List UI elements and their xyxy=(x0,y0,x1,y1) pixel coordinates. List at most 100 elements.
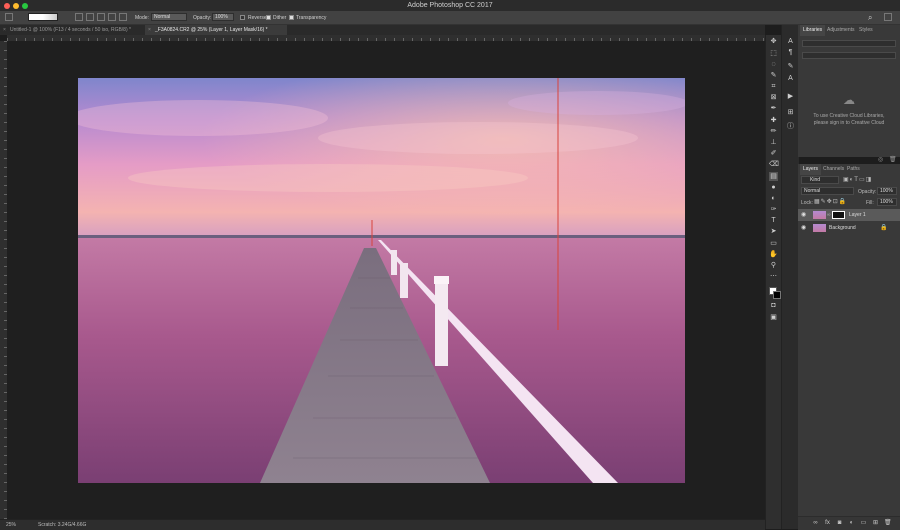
adjustments-panel-icon[interactable]: ⊞ xyxy=(786,108,795,117)
layer-row-background[interactable]: ◉ Background 🔒 xyxy=(798,222,900,234)
path-selection-tool-icon[interactable]: ➤ xyxy=(769,227,778,236)
transparency-checkbox[interactable] xyxy=(289,15,294,20)
layer-fill-field[interactable]: 100% xyxy=(877,198,897,206)
tab-label: Untitled-1 @ 100% (F13 / 4 seconds / 50 … xyxy=(10,27,131,33)
layers-footer: ∞ fx ◙ ◐ ▭ ⊞ 🗑 xyxy=(798,516,900,530)
new-layer-icon[interactable]: ⊞ xyxy=(872,520,879,527)
character-panel-icon[interactable]: A xyxy=(786,37,795,46)
layer-thumbnail xyxy=(813,211,826,219)
layer-mask-link-icon[interactable]: ∞ xyxy=(827,209,831,221)
layer-filter-kind-select[interactable]: Kind xyxy=(801,176,839,184)
document-image[interactable] xyxy=(78,78,685,483)
zoom-level[interactable]: 25% xyxy=(6,522,16,528)
healing-brush-tool-icon[interactable]: ✚ xyxy=(769,116,778,125)
close-tab-icon[interactable]: × xyxy=(3,25,6,35)
tab-untitled-1[interactable]: × Untitled-1 @ 100% (F13 / 4 seconds / 5… xyxy=(0,25,148,35)
new-group-icon[interactable]: ▭ xyxy=(860,520,867,527)
scratch-info[interactable]: Scratch: 3.24G/4.66G xyxy=(38,522,86,528)
marquee-tool-icon[interactable]: ⬚ xyxy=(769,49,778,58)
panel-icons-dock: A ¶ ✎ A ▶ ⊞ ⓘ xyxy=(781,25,799,529)
radial-gradient-icon[interactable] xyxy=(86,13,94,21)
blend-mode-select[interactable]: Normal xyxy=(801,187,854,195)
layer-name: Background xyxy=(829,225,856,231)
layer-style-icon[interactable]: fx xyxy=(824,520,831,527)
tab-paths[interactable]: Paths xyxy=(844,164,863,175)
add-mask-icon[interactable]: ◙ xyxy=(836,520,843,527)
link-layers-icon[interactable]: ∞ xyxy=(812,520,819,527)
tool-preset-icon[interactable] xyxy=(5,13,13,21)
library-sync-icon[interactable]: ◎ xyxy=(878,156,883,163)
dither-label: Dither xyxy=(273,15,287,21)
adjustment-layer-icon[interactable]: ◐ xyxy=(848,520,855,527)
layer-mask-thumbnail[interactable] xyxy=(832,211,845,219)
hand-tool-icon[interactable]: ✋ xyxy=(769,250,778,259)
visibility-eye-icon[interactable]: ◉ xyxy=(801,209,806,221)
info-panel-icon[interactable]: ⓘ xyxy=(786,122,795,131)
crop-tool-icon[interactable]: ⌗ xyxy=(769,82,778,91)
tab-adjustments[interactable]: Adjustments xyxy=(824,25,858,36)
layers-panel: Layers Channels Paths Kind ▣◐T▭◨ Normal … xyxy=(798,164,900,530)
clone-stamp-tool-icon[interactable]: ⊥ xyxy=(769,138,778,147)
tab-layers[interactable]: Layers xyxy=(800,164,822,175)
layer-opacity-field[interactable]: 100% xyxy=(877,187,897,195)
opacity-field[interactable]: 100% xyxy=(212,13,234,21)
paragraph-panel-icon[interactable]: ¶ xyxy=(786,48,795,57)
linear-gradient-icon[interactable] xyxy=(75,13,83,21)
opacity-label: Opacity: xyxy=(858,189,877,195)
eyedropper-tool-icon[interactable]: ✒ xyxy=(769,104,778,113)
lasso-tool-icon[interactable]: ◌ xyxy=(769,60,778,69)
type-tool-icon[interactable]: T xyxy=(769,216,778,225)
jetty-post xyxy=(400,263,408,298)
brush-panel-icon[interactable]: ✎ xyxy=(786,62,795,71)
horizon-shore xyxy=(78,235,685,238)
rectangle-tool-icon[interactable]: ▭ xyxy=(769,239,778,248)
creative-cloud-icon: ☁ xyxy=(843,93,855,107)
quick-selection-tool-icon[interactable]: ✎ xyxy=(769,71,778,80)
history-brush-tool-icon[interactable]: ✐ xyxy=(769,149,778,158)
workspace-icon[interactable] xyxy=(884,13,892,21)
app-title: Adobe Photoshop CC 2017 xyxy=(407,2,493,9)
angle-gradient-icon[interactable] xyxy=(97,13,105,21)
reflected-gradient-icon[interactable] xyxy=(108,13,116,21)
jetty-post-cap xyxy=(434,276,449,284)
quick-mask-icon[interactable]: ◘ xyxy=(769,301,778,310)
search-icon[interactable]: ⌕ xyxy=(868,13,872,23)
lock-icons[interactable]: ▦✎✥⊡🔒 xyxy=(814,198,847,205)
zoom-tool-icon[interactable]: ⚲ xyxy=(769,261,778,270)
tab-libraries[interactable]: Libraries xyxy=(800,25,826,36)
layer-filter-icons[interactable]: ▣◐T▭◨ xyxy=(843,176,872,183)
pen-tool-icon[interactable]: ✑ xyxy=(769,205,778,214)
screen-mode-icon[interactable]: ▣ xyxy=(769,313,778,322)
delete-layer-icon[interactable]: 🗑 xyxy=(884,520,892,527)
tab-f3a0824[interactable]: × _F3A0824.CR2 @ 25% (Layer 1, Layer Mas… xyxy=(145,25,287,35)
gradient-tool-icon[interactable]: ▤ xyxy=(769,172,778,181)
options-bar: Mode: Normal Opacity: 100% Reverse Dithe… xyxy=(0,11,900,25)
trash-icon[interactable]: 🗑 xyxy=(889,156,897,163)
layer-row-layer-1[interactable]: ◉ ∞ Layer 1 xyxy=(798,209,900,221)
glyphs-panel-icon[interactable]: A xyxy=(786,74,795,83)
reverse-checkbox[interactable] xyxy=(240,15,245,20)
diamond-gradient-icon[interactable] xyxy=(119,13,127,21)
dither-checkbox[interactable] xyxy=(266,15,271,20)
library-search-input[interactable] xyxy=(802,52,896,59)
layer-thumbnail xyxy=(813,224,826,232)
frame-tool-icon[interactable]: ⊠ xyxy=(769,93,778,102)
gradient-picker[interactable] xyxy=(28,13,58,21)
library-select[interactable] xyxy=(802,40,896,47)
reverse-label: Reverse xyxy=(248,15,267,21)
mode-label: Mode: xyxy=(135,15,149,21)
lock-label: Lock: xyxy=(801,200,813,206)
mode-select[interactable]: Normal xyxy=(151,13,187,21)
visibility-eye-icon[interactable]: ◉ xyxy=(801,222,806,234)
brush-tool-icon[interactable]: ✏ xyxy=(769,127,778,136)
close-tab-icon[interactable]: × xyxy=(148,25,151,35)
eraser-tool-icon[interactable]: ⌫ xyxy=(769,160,779,169)
libraries-panel: Libraries Adjustments Styles ☁ To use Cr… xyxy=(798,25,900,163)
dodge-tool-icon[interactable]: ◐ xyxy=(769,194,778,203)
blur-tool-icon[interactable]: ● xyxy=(769,183,778,192)
move-tool-icon[interactable]: ✥ xyxy=(769,37,778,46)
play-actions-icon[interactable]: ▶ xyxy=(786,92,795,101)
tab-styles[interactable]: Styles xyxy=(856,25,876,36)
background-color-swatch[interactable] xyxy=(773,291,781,299)
more-tools-icon[interactable]: ⋯ xyxy=(769,272,778,281)
